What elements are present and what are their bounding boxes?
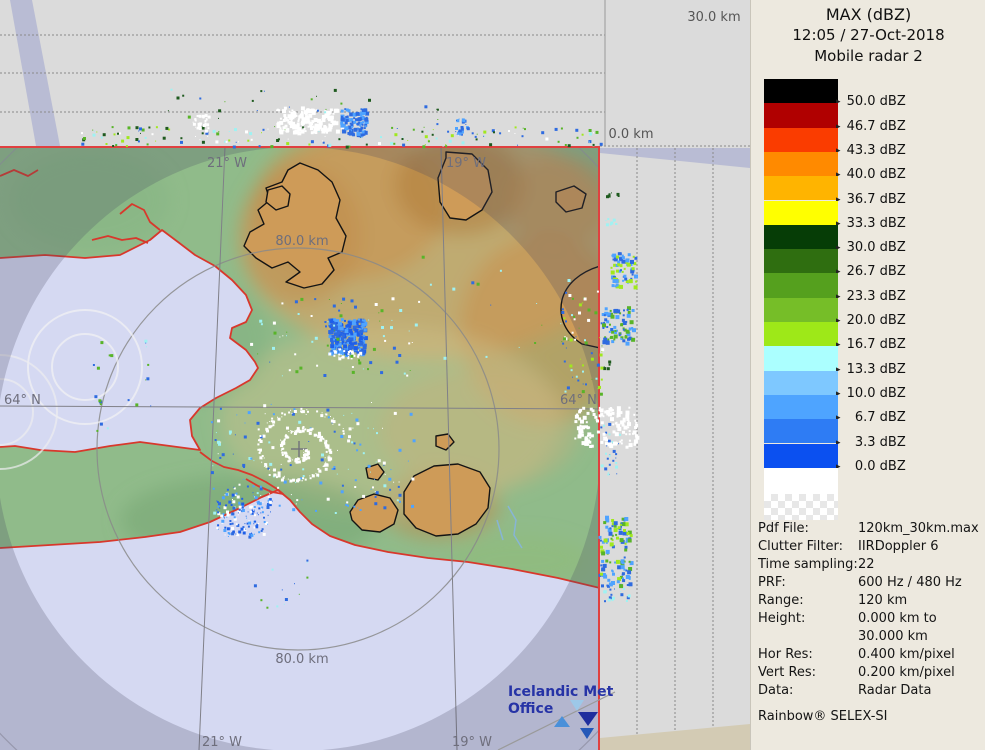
legend-value-label: ▸ 43.3 dBZ — [836, 142, 906, 158]
radar-display: 30.0 km 0.0 km 21° W 19° W 64° N 64° N 8… — [0, 0, 750, 750]
info-row: Range: 120 km — [758, 592, 982, 610]
info-label — [758, 628, 858, 646]
met-office-logo-icon — [548, 700, 598, 740]
legend-value-label: ▸ 50.0 dBZ — [836, 94, 906, 110]
info-row: 30.000 km — [758, 628, 982, 646]
legend-color-swatch — [764, 79, 838, 104]
info-label: Data: — [758, 683, 794, 698]
info-label: Clutter Filter: — [758, 539, 843, 554]
info-value: 600 Hz / 480 Hz — [858, 575, 962, 590]
legend-color-swatch — [764, 297, 838, 322]
info-label: Hor Res: — [758, 647, 813, 662]
info-value: Radar Data — [858, 683, 932, 698]
legend-value-label: ▸ 16.7 dBZ — [836, 337, 906, 353]
height-axis-max-label: 30.0 km — [687, 10, 740, 25]
info-value: 22 — [858, 557, 875, 572]
legend-value-label: ▸ 20.0 dBZ — [836, 313, 906, 328]
legend-value-label: ▸ 10.0 dBZ — [836, 385, 906, 401]
legend-color-swatch — [764, 249, 838, 274]
legend-color-swatch — [764, 103, 838, 128]
ring-label-bottom: 80.0 km — [275, 652, 328, 667]
lon-label-bottom-right: 19° W — [452, 735, 492, 750]
legend-value-label: ▸ 36.7 dBZ — [836, 191, 906, 207]
info-row: Time sampling: 22 — [758, 556, 982, 574]
height-axis-min-label: 0.0 km — [609, 127, 654, 142]
ring-label-top: 80.0 km — [275, 234, 328, 249]
legend-color-swatch — [764, 346, 838, 371]
info-value: IIRDoppler 6 — [858, 539, 939, 554]
info-value: 0.000 km to — [858, 611, 937, 626]
legend-value-label: ▸ 46.7 dBZ — [836, 118, 906, 134]
info-row: Clutter Filter: IIRDoppler 6 — [758, 538, 982, 556]
control-panel: MAX (dBZ) 12:05 / 27-Oct-2018 Mobile rad… — [750, 0, 985, 750]
legend-value-label: ▸ 33.3 dBZ — [836, 215, 906, 231]
legend-transparent-swatch — [764, 493, 838, 520]
radar-application-window: 30.0 km 0.0 km 21° W 19° W 64° N 64° N 8… — [0, 0, 985, 750]
info-value: 30.000 km — [858, 629, 928, 644]
info-row: Pdf File: 120km_30km.max — [758, 520, 982, 538]
met-office-logo: Icelandic Met Office — [508, 684, 618, 739]
info-row: Vert Res: 0.200 km/pixel — [758, 664, 982, 682]
info-value: 0.200 km/pixel — [858, 665, 955, 680]
product-title: MAX (dBZ) — [825, 5, 912, 24]
lon-label-top-right: 19° W — [446, 156, 486, 171]
lon-label-top-left: 21° W — [207, 156, 247, 171]
logo-triangle-navy — [578, 712, 598, 726]
info-value: 120km_30km.max — [858, 521, 979, 536]
legend-color-swatch — [764, 127, 838, 152]
scan-info-block: Pdf File: 120km_30km.max Clutter Filter: II… — [758, 520, 982, 726]
legend-value-label: ▸ 0.0 dBZ — [836, 458, 906, 474]
info-row: Height: 0.000 km to — [758, 610, 982, 628]
logo-triangle-mid-up — [554, 716, 570, 727]
info-value: 120 km — [858, 593, 908, 608]
info-label: Range: — [758, 593, 804, 608]
legend-color-swatch — [764, 370, 838, 395]
legend-value-label: ▸ 6.7 dBZ — [836, 410, 906, 426]
legend-value-label: ▸ 26.7 dBZ — [836, 264, 906, 280]
legend-value-label: ▸ 40.0 dBZ — [836, 167, 906, 183]
info-value: 0.400 km/pixel — [858, 647, 955, 662]
info-label: Time sampling: — [758, 557, 858, 572]
legend-color-swatch — [764, 273, 838, 298]
legend-color-swatch — [764, 200, 838, 225]
vendor-label: Rainbow® SELEX-SI — [758, 709, 888, 724]
info-row: PRF: 600 Hz / 480 Hz — [758, 574, 982, 592]
logo-triangle-light — [570, 700, 584, 711]
legend-value-label: ▸ 23.3 dBZ — [836, 288, 906, 304]
legend-color-swatch — [764, 394, 838, 420]
lon-label-bottom-left: 21° W — [202, 735, 242, 750]
legend-color-swatch — [764, 419, 838, 444]
lat-label-right: 64° N — [560, 393, 597, 408]
info-label: Vert Res: — [758, 665, 817, 680]
met-office-logo-line1: Icelandic Met — [508, 684, 614, 700]
info-label: Height: — [758, 611, 806, 626]
legend-below-min-swatch — [764, 467, 838, 494]
legend-value-label: ▸ 30.0 dBZ — [836, 240, 906, 256]
legend-value-label: ▸ 13.3 dBZ — [836, 361, 906, 377]
radar-name: Mobile radar 2 — [814, 47, 923, 65]
lat-label-left: 64° N — [4, 393, 41, 408]
panel-header: MAX (dBZ) 12:05 / 27-Oct-2018 Mobile rad… — [751, 4, 985, 67]
legend-value-label: ▸ 3.3 dBZ — [836, 434, 906, 450]
legend-color-swatch — [764, 322, 838, 347]
legend-color-swatch — [764, 224, 838, 250]
info-row: Hor Res: 0.400 km/pixel — [758, 646, 982, 664]
info-label: PRF: — [758, 575, 786, 590]
logo-triangle-mid-down — [580, 728, 594, 739]
legend-color-swatch — [764, 151, 838, 177]
info-row: Data: Radar Data — [758, 682, 982, 700]
info-label: Pdf File: — [758, 521, 809, 536]
legend-color-swatch — [764, 443, 838, 468]
scan-timestamp: 12:05 / 27-Oct-2018 — [792, 26, 945, 44]
legend-color-swatch — [764, 176, 838, 201]
